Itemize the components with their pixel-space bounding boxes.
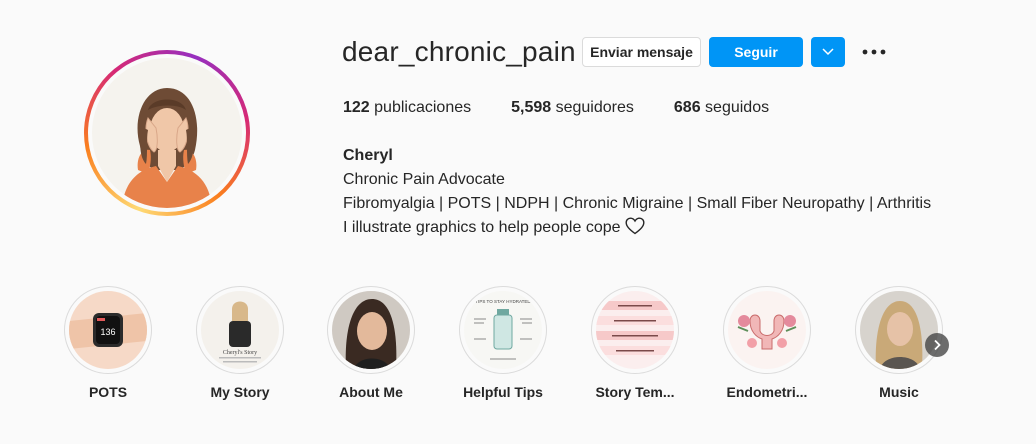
profile-avatar-story-ring[interactable] xyxy=(84,50,250,216)
story-highlights: 136 POTS Cheryl's Story My Story About M… xyxy=(0,286,1036,416)
highlight-label: Music xyxy=(879,384,919,400)
profile-stats: 122 publicaciones 5,598 seguidores 686 s… xyxy=(343,99,809,117)
highlight-cover: Cheryl's Story xyxy=(201,291,279,369)
profile-username: dear_chronic_pain xyxy=(342,36,576,67)
heart-outline-icon xyxy=(625,217,645,235)
highlight-story-templates[interactable]: Story Tem... xyxy=(580,286,690,400)
highlight-ring: 136 xyxy=(64,286,152,374)
avatar-gap xyxy=(88,54,246,212)
watch-reading: 136 xyxy=(100,327,115,337)
bio-line-with-heart: I illustrate graphics to help people cop… xyxy=(343,216,931,240)
followers-label: seguidores xyxy=(555,99,634,116)
chevron-down-icon xyxy=(822,48,834,56)
highlight-cover xyxy=(332,291,410,369)
highlight-pots[interactable]: 136 POTS xyxy=(53,286,163,400)
highlight-helpful-tips[interactable]: TIPS TO STAY HYDRATED Helpful Tips xyxy=(448,286,558,400)
highlight-label: POTS xyxy=(88,384,128,400)
highlight-endometriosis[interactable]: Endometri... xyxy=(712,286,822,400)
following-count: 686 xyxy=(673,99,701,116)
posts-stat: 122 publicaciones xyxy=(343,99,471,117)
followers-count: 5,598 xyxy=(511,99,552,116)
highlight-cover xyxy=(728,291,806,369)
highlight-cover-text: TIPS TO STAY HYDRATED xyxy=(475,299,531,304)
profile-bio: Cheryl Chronic Pain Advocate Fibromyalgi… xyxy=(343,144,931,240)
highlight-cover: 136 xyxy=(69,291,147,369)
highlight-label: Endometri... xyxy=(726,384,808,400)
send-message-button[interactable]: Enviar mensaje xyxy=(582,37,701,67)
followers-stat[interactable]: 5,598 seguidores xyxy=(511,99,634,117)
highlight-my-story[interactable]: Cheryl's Story My Story xyxy=(185,286,295,400)
highlight-cover xyxy=(860,291,938,369)
highlight-cover xyxy=(596,291,674,369)
chevron-right-icon xyxy=(934,339,941,351)
highlight-ring: Cheryl's Story xyxy=(196,286,284,374)
posts-label: publicaciones xyxy=(374,99,472,116)
bio-line: Chronic Pain Advocate xyxy=(343,171,505,188)
highlight-about-me[interactable]: About Me xyxy=(316,286,426,400)
profile-avatar xyxy=(92,58,242,208)
highlight-cover: TIPS TO STAY HYDRATED xyxy=(464,291,542,369)
bio-line: I illustrate graphics to help people cop… xyxy=(343,219,621,236)
highlight-ring xyxy=(591,286,679,374)
highlight-ring xyxy=(327,286,415,374)
follow-button[interactable]: Seguir xyxy=(709,37,803,67)
bio-line: Fibromyalgia | POTS | NDPH | Chronic Mig… xyxy=(343,195,932,212)
more-options-icon xyxy=(862,49,886,55)
suggestions-dropdown-button[interactable] xyxy=(811,37,845,67)
highlight-label: My Story xyxy=(210,384,270,400)
posts-count: 122 xyxy=(343,99,370,116)
highlights-next-button[interactable] xyxy=(925,333,949,357)
profile-full-name: Cheryl xyxy=(343,147,393,164)
highlight-label: About Me xyxy=(339,384,403,400)
highlight-label: Story Tem... xyxy=(595,384,675,400)
highlight-label: Helpful Tips xyxy=(463,384,543,400)
following-label: seguidos xyxy=(705,99,770,116)
highlight-ring xyxy=(855,286,943,374)
highlight-cover-text: Cheryl's Story xyxy=(223,350,257,356)
highlight-ring: TIPS TO STAY HYDRATED xyxy=(459,286,547,374)
more-options-button[interactable] xyxy=(858,37,890,67)
highlight-ring xyxy=(723,286,811,374)
following-stat[interactable]: 686 seguidos xyxy=(674,99,769,117)
